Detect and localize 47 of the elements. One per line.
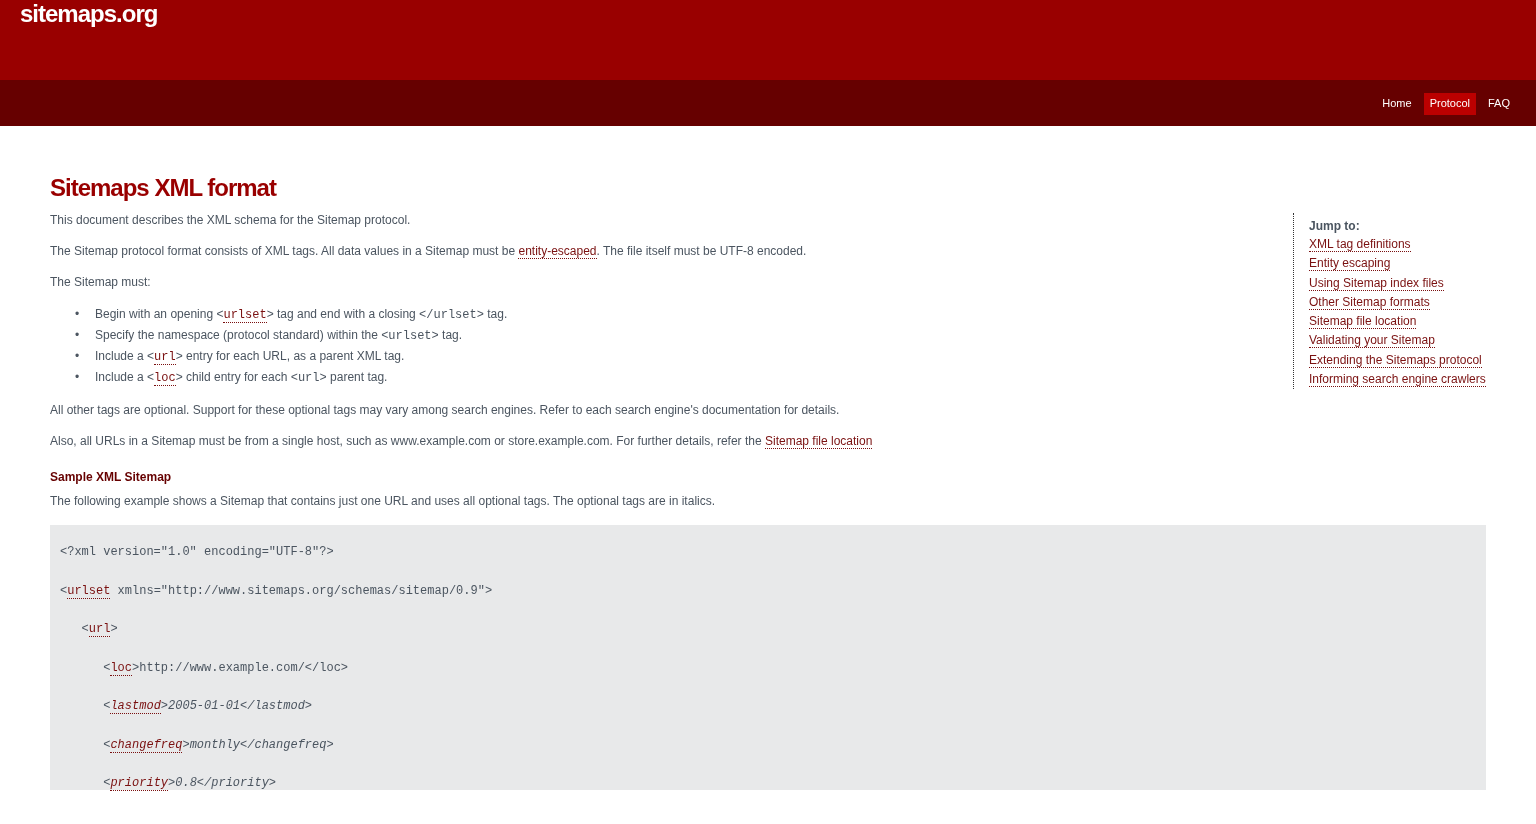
list-item: Specify the namespace (protocol standard) within the <urlset> tag. <box>95 327 463 344</box>
list-item: Include a <url> entry for each URL, as a parent XML tag. <box>95 348 405 365</box>
tag-link[interactable]: urlset <box>67 583 111 599</box>
tag-link[interactable]: urlset <box>223 308 267 323</box>
jump-link[interactable]: Sitemap file location <box>1309 314 1417 330</box>
paragraph: Also, all URLs in a Sitemap must be from a single host, such as www.example.com or store.example.com. For further details, refer the Sitemap file location <box>50 434 874 448</box>
tag-link[interactable]: loc <box>110 660 133 676</box>
bullet: • <box>75 369 81 385</box>
list-item: Begin with an opening <urlset> tag and end with a closing </urlset> tag. <box>95 306 508 323</box>
bullet: • <box>75 306 81 322</box>
tag-link[interactable]: loc <box>154 371 176 386</box>
section-heading: Sample XML Sitemap <box>50 470 173 484</box>
nav-link[interactable]: FAQ <box>1482 92 1516 115</box>
code-line: <urlset xmlns="http://www.sitemaps.org/schemas/sitemap/0.9"> <box>60 583 494 598</box>
jump-link[interactable]: Extending the Sitemaps protocol <box>1309 352 1482 368</box>
code-line: <?xml version="1.0" encoding="UTF-8"?> <box>60 545 335 559</box>
site-title[interactable]: sitemaps.org <box>20 0 158 28</box>
code-line: <url> <box>80 622 119 636</box>
jump-link[interactable]: Informing search engine crawlers <box>1309 372 1486 388</box>
code-line: <changefreq>monthly</changefreq> <box>102 737 335 752</box>
nav-link[interactable]: Protocol <box>1423 92 1476 115</box>
page-heading: Sitemaps XML format <box>50 176 278 200</box>
jump-link[interactable]: Entity escaping <box>1309 256 1391 272</box>
jump-link[interactable]: Other Sitemap formats <box>1309 294 1430 310</box>
tag-link[interactable]: lastmod <box>110 699 161 714</box>
jump-link[interactable]: Validating your Sitemap <box>1309 333 1435 349</box>
paragraph: All other tags are optional. Support for these optional tags may vary among search engines. Refer to each search engine's documentation for details. <box>50 403 841 417</box>
code-line: <lastmod>2005-01-01</lastmod> <box>102 699 314 713</box>
bullet: • <box>75 327 81 343</box>
jump-to-label: Jump to: <box>1309 219 1361 233</box>
jump-link[interactable]: Using Sitemap index files <box>1309 275 1444 291</box>
tag-link[interactable]: url <box>154 350 176 365</box>
text-link[interactable]: Sitemap file location <box>764 434 873 449</box>
text-link[interactable]: entity-escaped <box>518 244 597 259</box>
list-item: Include a <loc> child entry for each <url> parent tag. <box>95 369 388 386</box>
bullet: • <box>75 348 81 364</box>
code-line: <loc>http://www.example.com/</loc> <box>102 660 350 675</box>
paragraph: The Sitemap must: <box>50 275 151 289</box>
code-line: <priority>0.8</priority> <box>102 776 278 790</box>
nav-link[interactable]: Home <box>1376 92 1418 115</box>
paragraph: This document describes the XML schema for the Sitemap protocol. <box>50 213 411 227</box>
tag-link[interactable]: url <box>88 622 111 637</box>
tag-link[interactable]: changefreq <box>110 737 183 753</box>
jump-link[interactable]: XML tag definitions <box>1309 237 1411 252</box>
paragraph: The following example shows a Sitemap that contains just one URL and uses all optional tags. The optional tags are in italics. <box>50 494 717 508</box>
paragraph: The Sitemap protocol format consists of XML tags. All data values in a Sitemap must be entity-escaped. The file itself must be UTF-8 encoded. <box>50 244 807 258</box>
tag-link[interactable]: priority <box>110 776 169 791</box>
